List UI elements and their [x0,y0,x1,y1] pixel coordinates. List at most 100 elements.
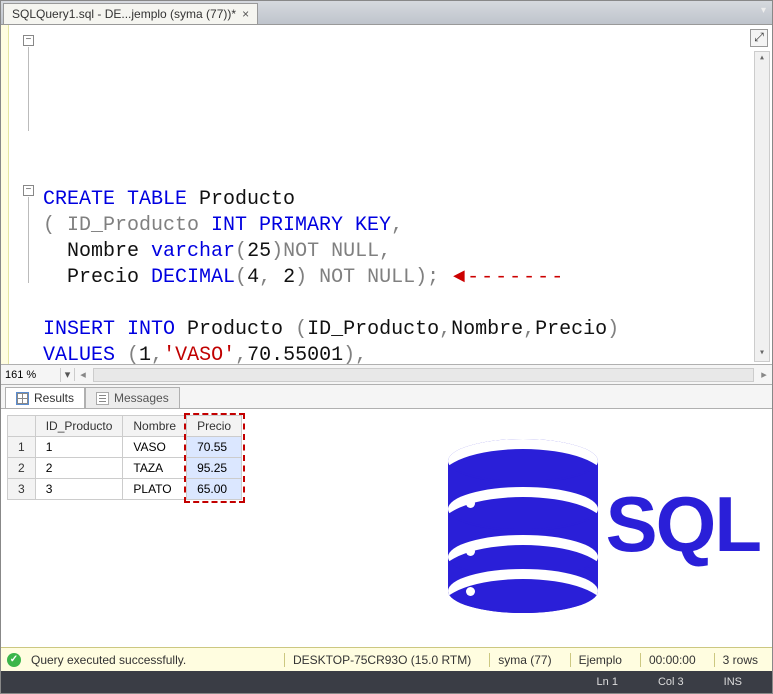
code-token: DECIMAL [151,266,235,289]
code-token: ( ID_Producto [43,214,211,237]
code-token: Nombre [43,240,151,263]
document-tab[interactable]: SQLQuery1.sql - DE...jemplo (syma (77))*… [3,3,258,24]
code-token: ( [295,318,307,341]
cell-precio[interactable]: 70.55 [187,437,242,458]
cell-id[interactable]: 1 [35,437,123,458]
ide-bottom-bar: Ln 1 Col 3 INS [1,671,772,693]
cursor-line: Ln 1 [577,676,638,688]
grid-corner[interactable] [8,416,36,437]
code-token: ); [415,266,439,289]
tab-overflow-icon[interactable]: ▾ [761,5,766,16]
annotation-arrow: ◄------- [439,266,565,289]
code-token: INT PRIMARY KEY [211,214,391,237]
code-token: 2 [283,266,295,289]
tab-results-label: Results [34,391,74,405]
code-token: Precio [43,266,151,289]
code-token: 'VASO' [163,344,235,364]
code-token: varchar [151,240,235,263]
code-token: ( [127,344,139,364]
code-token: ID_Producto [307,318,439,341]
row-number[interactable]: 2 [8,458,36,479]
table-row[interactable]: 3 3 PLATO 65.00 [8,479,242,500]
sql-editor-pane: ⤢ − − CREATE TABLE Producto ( ID_Product… [1,25,772,365]
code-token: , [439,318,451,341]
messages-icon [96,392,109,405]
scroll-down-icon[interactable]: ▾ [755,347,769,361]
code-token: 4 [247,266,259,289]
column-header-id[interactable]: ID_Producto [35,416,123,437]
code-token: Nombre [451,318,523,341]
document-tab-bar: SQLQuery1.sql - DE...jemplo (syma (77))*… [1,1,772,25]
column-header-nombre[interactable]: Nombre [123,416,187,437]
code-token: ) [295,266,307,289]
code-token: VALUES [43,344,127,364]
code-token: ), [343,344,367,364]
status-database: Ejemplo [570,653,630,667]
cell-nombre[interactable]: VASO [123,437,187,458]
scroll-right-icon[interactable]: ▸ [756,368,772,381]
cell-nombre[interactable]: TAZA [123,458,187,479]
status-elapsed-time: 00:00:00 [640,653,704,667]
code-token: , [235,344,247,364]
results-grid[interactable]: ID_Producto Nombre Precio 1 1 VASO 70.55… [7,415,242,500]
code-token: CREATE TABLE [43,188,187,211]
cell-id[interactable]: 3 [35,479,123,500]
sql-editor[interactable]: ⤢ − − CREATE TABLE Producto ( ID_Product… [9,25,772,364]
fold-guide [28,47,29,131]
tab-messages[interactable]: Messages [85,387,180,408]
code-token: ( [235,240,247,263]
row-number[interactable]: 1 [8,437,36,458]
query-status-bar: ✓ Query executed successfully. DESKTOP-7… [1,647,772,671]
status-row-count: 3 rows [714,653,766,667]
editor-gutter [1,25,9,364]
zoom-dropdown-icon[interactable]: ▾ [61,368,75,381]
document-tab-title: SQLQuery1.sql - DE...jemplo (syma (77))* [12,7,236,21]
table-row[interactable]: 2 2 TAZA 95.25 [8,458,242,479]
code-token: INSERT INTO [43,318,175,341]
code-token: 25 [247,240,271,263]
success-icon: ✓ [7,653,21,667]
editor-vertical-scrollbar[interactable]: ▴ ▾ [754,51,770,362]
horizontal-scrollbar[interactable] [93,368,754,382]
code-token: NOT NULL [283,240,379,263]
cell-precio[interactable]: 65.00 [187,479,242,500]
row-number[interactable]: 3 [8,479,36,500]
insert-mode: INS [704,676,762,688]
results-tab-bar: Results Messages [1,385,772,409]
grid-icon [16,392,29,405]
code-token: Precio [535,318,607,341]
results-pane: ID_Producto Nombre Precio 1 1 VASO 70.55… [1,409,772,647]
table-header-row: ID_Producto Nombre Precio [8,416,242,437]
status-user: syma (77) [489,653,559,667]
code-token: , [523,318,535,341]
sql-logo-illustration: SQL [448,439,760,609]
scroll-left-icon[interactable]: ◂ [75,368,91,381]
editor-options-icon[interactable]: ⤢ [750,29,768,47]
cell-id[interactable]: 2 [35,458,123,479]
code-token: Producto [175,318,295,341]
code-token: ) [607,318,619,341]
database-icon [448,439,598,609]
code-token: ) [271,240,283,263]
close-icon[interactable]: × [242,7,249,21]
status-server: DESKTOP-75CR93O (15.0 RTM) [284,653,479,667]
code-token: ( [235,266,247,289]
cell-precio[interactable]: 95.25 [187,458,242,479]
code-token: , [151,344,163,364]
editor-zoom-bar: 161 % ▾ ◂ ▸ [1,365,772,385]
editor-container: ⤢ − − CREATE TABLE Producto ( ID_Product… [1,25,772,693]
table-row[interactable]: 1 1 VASO 70.55 [8,437,242,458]
code-token: Producto [187,188,295,211]
zoom-level[interactable]: 161 % [1,368,61,382]
tab-results[interactable]: Results [5,387,85,408]
tab-messages-label: Messages [114,391,169,405]
column-header-precio[interactable]: Precio [187,416,242,437]
fold-toggle-icon[interactable]: − [23,35,34,46]
cell-nombre[interactable]: PLATO [123,479,187,500]
fold-toggle-icon[interactable]: − [23,185,34,196]
code-token: , [259,266,283,289]
sql-logo-text: SQL [606,479,760,570]
code-token: NOT NULL [307,266,415,289]
scroll-up-icon[interactable]: ▴ [755,52,769,66]
code-token: 70.55001 [247,344,343,364]
